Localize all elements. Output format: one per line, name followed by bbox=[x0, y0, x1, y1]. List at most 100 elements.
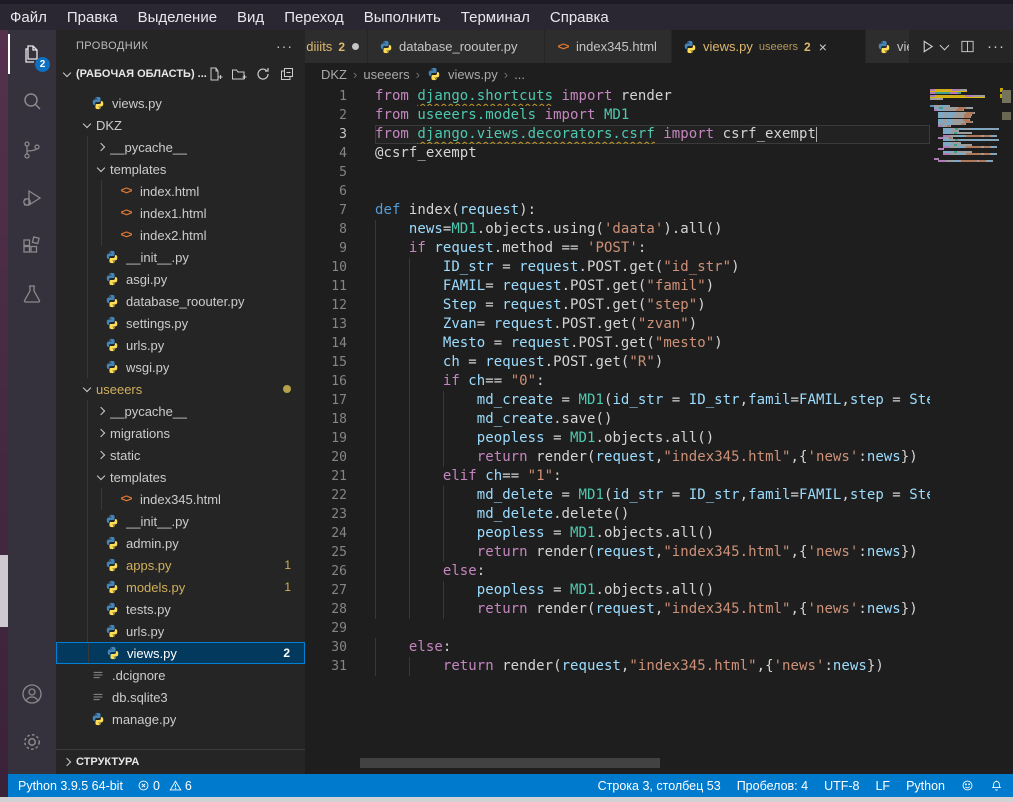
collapse-folders-icon[interactable] bbox=[279, 66, 295, 82]
explorer-more-actions-icon[interactable]: ··· bbox=[276, 38, 293, 54]
menu-item-8[interactable]: Справка bbox=[540, 5, 619, 30]
activity-run-debug-button[interactable] bbox=[8, 174, 56, 222]
code-line-3[interactable]: 3from django.views.decorators.csrf impor… bbox=[305, 125, 930, 144]
menu-item-7[interactable]: Терминал bbox=[451, 5, 540, 30]
menu-item-6[interactable]: Выполнить bbox=[354, 5, 451, 30]
tab-vie[interactable]: vie bbox=[866, 30, 910, 63]
code-line-22[interactable]: 22 md_delete = MD1(id_str = ID_str,famil… bbox=[305, 486, 930, 505]
breadcrumb[interactable]: DKZ›useeers›views.py›... bbox=[305, 63, 1013, 85]
tree-item--pycache-[interactable]: __pycache__ bbox=[56, 400, 305, 422]
more-actions-icon[interactable]: ··· bbox=[987, 38, 1005, 55]
code-line-25[interactable]: 25 return render(request,"index345.html"… bbox=[305, 543, 930, 562]
python-interpreter[interactable]: Python 3.9.5 64-bit bbox=[18, 779, 123, 793]
tree-item-apps-py[interactable]: apps.py1 bbox=[56, 554, 305, 576]
tab-views-py[interactable]: views.pyuseeers2× bbox=[672, 30, 866, 63]
tab-database-roouter-py[interactable]: database_roouter.py bbox=[368, 30, 545, 63]
split-editor-button[interactable] bbox=[960, 39, 975, 54]
activity-settings-button[interactable] bbox=[8, 718, 56, 766]
tree-item--dcignore[interactable]: .dcignore bbox=[56, 664, 305, 686]
code-line-29[interactable]: 29 bbox=[305, 619, 930, 638]
workspace-section-header[interactable]: (РАБОЧАЯ ОБЛАСТЬ) ... bbox=[56, 62, 305, 86]
code-line-23[interactable]: 23 md_delete.delete() bbox=[305, 505, 930, 524]
close-icon[interactable]: × bbox=[819, 40, 827, 54]
menu-item-2[interactable]: Правка bbox=[57, 5, 128, 30]
tree-item-asgi-py[interactable]: asgi.py bbox=[56, 268, 305, 290]
chevron-down-icon[interactable] bbox=[940, 41, 950, 51]
code-line-9[interactable]: 9 if request.method == 'POST': bbox=[305, 239, 930, 258]
tree-item-manage-py[interactable]: manage.py bbox=[56, 708, 305, 730]
code-line-5[interactable]: 5 bbox=[305, 163, 930, 182]
code-line-24[interactable]: 24 peopless = MD1.objects.all() bbox=[305, 524, 930, 543]
tree-item-admin-py[interactable]: admin.py bbox=[56, 532, 305, 554]
new-folder-icon[interactable] bbox=[231, 66, 247, 82]
tree-item-templates[interactable]: templates bbox=[56, 158, 305, 180]
new-file-icon[interactable] bbox=[207, 66, 223, 82]
menu-item-1[interactable]: Файл bbox=[0, 5, 57, 30]
code-line-1[interactable]: 1from django.shortcuts import render bbox=[305, 87, 930, 106]
tree-item-static[interactable]: static bbox=[56, 444, 305, 466]
tree-item-index345-html[interactable]: <>index345.html bbox=[56, 488, 305, 510]
code-line-17[interactable]: 17 md_create = MD1(id_str = ID_str,famil… bbox=[305, 391, 930, 410]
tree-item-views-py[interactable]: views.py bbox=[56, 92, 305, 114]
tree-item-views-py[interactable]: views.py2 bbox=[56, 642, 305, 664]
code-line-7[interactable]: 7def index(request): bbox=[305, 201, 930, 220]
tree-item-tests-py[interactable]: tests.py bbox=[56, 598, 305, 620]
tree-item--pycache-[interactable]: __pycache__ bbox=[56, 136, 305, 158]
code-line-6[interactable]: 6 bbox=[305, 182, 930, 201]
code-line-21[interactable]: 21 elif ch== "1": bbox=[305, 467, 930, 486]
notifications[interactable] bbox=[990, 779, 1003, 792]
activity-account-button[interactable] bbox=[8, 670, 56, 718]
tree-item-templates[interactable]: templates bbox=[56, 466, 305, 488]
tree-item-wsgi-py[interactable]: wsgi.py bbox=[56, 356, 305, 378]
tab-diiits[interactable]: diiits2 bbox=[305, 30, 368, 63]
breadcrumb-item[interactable]: views.py bbox=[448, 67, 498, 82]
menu-item-3[interactable]: Выделение bbox=[128, 5, 227, 30]
code-line-11[interactable]: 11 FAMIL= request.POST.get("famil") bbox=[305, 277, 930, 296]
code-line-31[interactable]: 31 return render(request,"index345.html"… bbox=[305, 657, 930, 676]
tree-item-models-py[interactable]: models.py1 bbox=[56, 576, 305, 598]
cursor-position[interactable]: Строка 3, столбец 53 bbox=[598, 779, 721, 793]
code-line-20[interactable]: 20 return render(request,"index345.html"… bbox=[305, 448, 930, 467]
activity-testing-button[interactable] bbox=[8, 270, 56, 318]
code-line-10[interactable]: 10 ID_str = request.POST.get("id_str") bbox=[305, 258, 930, 277]
feedback[interactable] bbox=[961, 779, 974, 792]
editor-content[interactable]: 1from django.shortcuts import render2fro… bbox=[305, 85, 1013, 774]
encoding[interactable]: UTF-8 bbox=[824, 779, 859, 793]
outline-section-header[interactable]: СТРУКТУРА bbox=[56, 749, 305, 774]
run-button[interactable] bbox=[920, 39, 935, 54]
tree-item-database-roouter-py[interactable]: database_roouter.py bbox=[56, 290, 305, 312]
code-line-18[interactable]: 18 md_create.save() bbox=[305, 410, 930, 429]
menu-item-4[interactable]: Вид bbox=[227, 5, 274, 30]
minimap[interactable] bbox=[930, 89, 1000, 162]
tree-item-index-html[interactable]: <>index.html bbox=[56, 180, 305, 202]
code-line-14[interactable]: 14 Mesto = request.POST.get("mesto") bbox=[305, 334, 930, 353]
activity-extensions-button[interactable] bbox=[8, 222, 56, 270]
tree-item-urls-py[interactable]: urls.py bbox=[56, 620, 305, 642]
horizontal-scrollbar[interactable] bbox=[360, 758, 660, 768]
code-line-30[interactable]: 30 else: bbox=[305, 638, 930, 657]
tree-item-index2-html[interactable]: <>index2.html bbox=[56, 224, 305, 246]
breadcrumb-item[interactable]: useeers bbox=[363, 67, 409, 82]
activity-search-button[interactable] bbox=[8, 78, 56, 126]
tree-item--init-py[interactable]: __init__.py bbox=[56, 246, 305, 268]
tree-item--init-py[interactable]: __init__.py bbox=[56, 510, 305, 532]
code-area[interactable]: 1from django.shortcuts import render2fro… bbox=[305, 87, 930, 676]
tree-item-db-sqlite3[interactable]: db.sqlite3 bbox=[56, 686, 305, 708]
code-line-27[interactable]: 27 peopless = MD1.objects.all() bbox=[305, 581, 930, 600]
code-line-15[interactable]: 15 ch = request.POST.get("R") bbox=[305, 353, 930, 372]
tree-item-migrations[interactable]: migrations bbox=[56, 422, 305, 444]
code-line-12[interactable]: 12 Step = request.POST.get("step") bbox=[305, 296, 930, 315]
tree-item-settings-py[interactable]: settings.py bbox=[56, 312, 305, 334]
eol[interactable]: LF bbox=[875, 779, 890, 793]
breadcrumb-item[interactable]: ... bbox=[514, 67, 525, 82]
code-line-19[interactable]: 19 peopless = MD1.objects.all() bbox=[305, 429, 930, 448]
code-line-2[interactable]: 2from useeers.models import MD1 bbox=[305, 106, 930, 125]
tree-item-urls-py[interactable]: urls.py bbox=[56, 334, 305, 356]
language-mode[interactable]: Python bbox=[906, 779, 945, 793]
code-line-28[interactable]: 28 return render(request,"index345.html"… bbox=[305, 600, 930, 619]
refresh-explorer-icon[interactable] bbox=[255, 66, 271, 82]
tree-item-index1-html[interactable]: <>index1.html bbox=[56, 202, 305, 224]
problems-status[interactable]: 06 bbox=[137, 779, 192, 793]
menu-item-5[interactable]: Переход bbox=[274, 5, 354, 30]
breadcrumb-item[interactable]: DKZ bbox=[321, 67, 347, 82]
